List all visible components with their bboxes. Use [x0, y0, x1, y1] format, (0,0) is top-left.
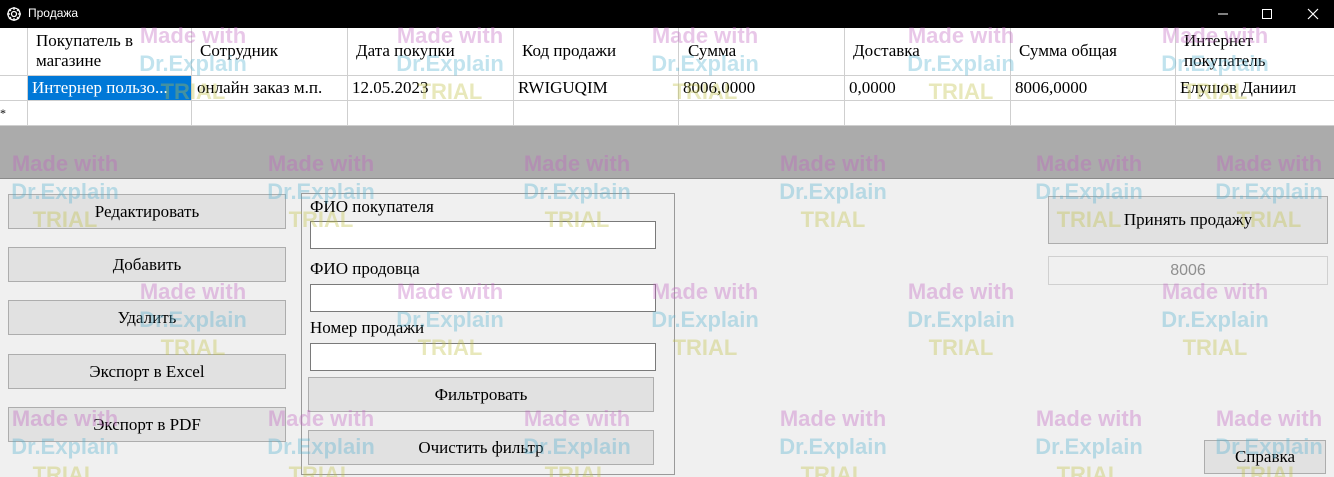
cell-buyer[interactable]: Интернер пользо... [32, 78, 188, 98]
minimize-button[interactable] [1200, 0, 1246, 28]
watermark: Made with Dr.Explain TRIAL [1035, 406, 1143, 477]
column-header-total[interactable]: Сумма общая [1019, 41, 1117, 61]
edit-button[interactable]: Редактировать [8, 194, 286, 229]
delete-button[interactable]: Удалить [8, 300, 286, 335]
maximize-button[interactable] [1244, 0, 1290, 28]
sales-grid[interactable]: Покупатель в магазине Сотрудник Дата пок… [0, 28, 1334, 126]
close-icon [1307, 8, 1319, 20]
clear-filter-button[interactable]: Очистить фильтр [308, 430, 654, 465]
cell-sum[interactable]: 8006,0000 [683, 78, 755, 98]
maximize-icon [1262, 9, 1272, 19]
new-row-marker: * [0, 106, 6, 120]
cell-code[interactable]: RWIGUQIM [518, 78, 608, 98]
cell-delivery[interactable]: 0,0000 [849, 78, 896, 98]
title-bar: Продажа [0, 0, 1334, 28]
cell-date[interactable]: 12.05.2023 [352, 78, 429, 98]
gear-icon [6, 6, 22, 22]
column-header-internet-buyer[interactable]: Интернет покупатель [1184, 31, 1324, 71]
column-header-date[interactable]: Дата покупки [356, 41, 455, 61]
cell-total[interactable]: 8006,0000 [1015, 78, 1087, 98]
watermark: Made with Dr.Explain TRIAL [907, 279, 1015, 360]
cell-internet-buyer[interactable]: Елушов Даниил [1180, 78, 1296, 98]
sale-number-field[interactable] [310, 343, 656, 371]
accept-sale-button[interactable]: Принять продажу [1048, 196, 1328, 244]
watermark: Made with Dr.Explain TRIAL [1161, 279, 1269, 360]
export-excel-button[interactable]: Экспорт в Excel [8, 354, 286, 389]
total-display: 8006 [1048, 256, 1328, 285]
add-button[interactable]: Добавить [8, 247, 286, 282]
sale-number-label: Номер продажи [310, 318, 425, 337]
buyer-name-label: ФИО покупателя [310, 197, 434, 216]
column-header-employee[interactable]: Сотрудник [200, 41, 278, 61]
buyer-name-field[interactable] [310, 221, 656, 249]
window-title: Продажа [28, 6, 79, 20]
seller-name-field[interactable] [310, 284, 656, 312]
minimize-icon [1218, 13, 1228, 15]
watermark: Made with Dr.Explain TRIAL [779, 406, 887, 477]
column-header-buyer[interactable]: Покупатель в магазине [36, 31, 186, 71]
seller-name-label: ФИО продовца [310, 259, 420, 278]
column-header-sum[interactable]: Сумма [688, 41, 736, 61]
close-button[interactable] [1290, 0, 1334, 28]
export-pdf-button[interactable]: Экспорт в PDF [8, 407, 286, 442]
cell-employee[interactable]: онлайн заказ м.п. [197, 78, 345, 98]
column-header-code[interactable]: Код продажи [522, 41, 616, 61]
filter-button[interactable]: Фильтровать [308, 377, 654, 412]
grid-empty-area [0, 126, 1334, 178]
column-header-delivery[interactable]: Доставка [853, 41, 920, 61]
help-button[interactable]: Справка [1204, 440, 1326, 474]
